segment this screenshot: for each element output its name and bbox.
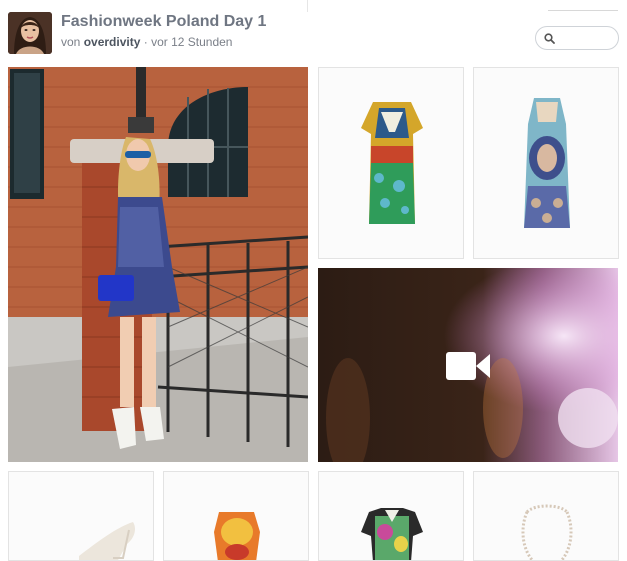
main-photo-tile[interactable] <box>8 67 308 462</box>
dress-image-3 <box>164 472 308 560</box>
dress-tile-3[interactable] <box>163 471 309 561</box>
author-link[interactable]: overdivity <box>84 35 141 49</box>
necklace-tile[interactable] <box>473 471 619 561</box>
search-icon <box>544 33 555 44</box>
avatar[interactable] <box>8 12 52 54</box>
search-input[interactable] <box>560 29 616 49</box>
top-divider-right <box>548 10 618 11</box>
page-title[interactable]: Fashionweek Poland Day 1 <box>61 13 266 31</box>
collection-header: Fashionweek Poland Day 1 von overdivity … <box>8 12 619 56</box>
dress-tile-4[interactable] <box>318 471 464 561</box>
video-camera-icon[interactable] <box>446 350 490 382</box>
shoe-tile[interactable] <box>8 471 154 561</box>
shoe-image <box>9 472 153 560</box>
post-meta: von overdivity · vor 12 Stunden <box>61 35 232 49</box>
dress-image-1 <box>319 68 463 258</box>
search-box[interactable] <box>535 26 619 50</box>
by-prefix: von <box>61 35 81 49</box>
dress-image-2 <box>474 68 618 258</box>
dress-tile-2[interactable] <box>473 67 619 259</box>
top-divider <box>307 0 308 12</box>
main-photo <box>8 67 308 462</box>
dress-tile-1[interactable] <box>318 67 464 259</box>
dress-image-4 <box>319 472 463 560</box>
necklace-image <box>474 472 618 560</box>
video-tile[interactable] <box>318 268 618 462</box>
timestamp: · vor 12 Stunden <box>143 35 233 49</box>
